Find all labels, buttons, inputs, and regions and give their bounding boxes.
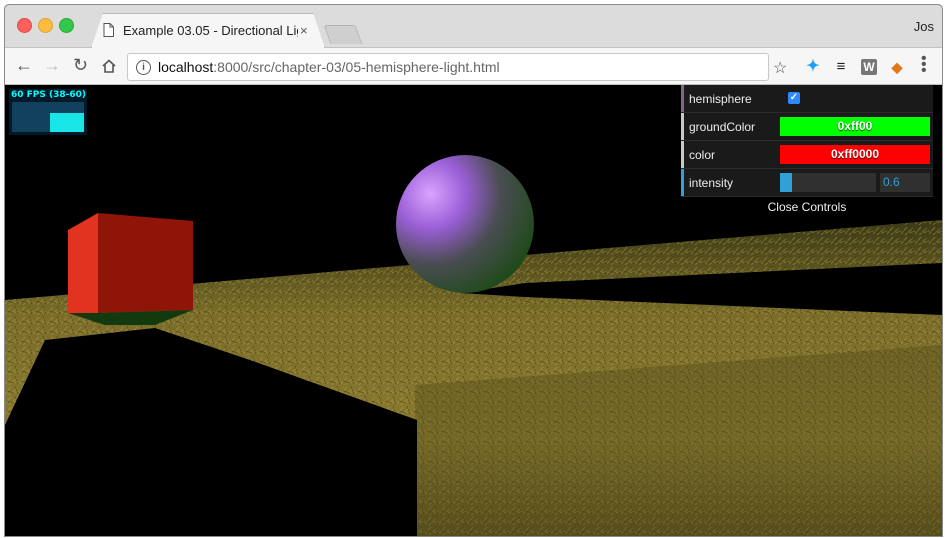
- control-hemisphere[interactable]: hemisphere ✓: [681, 85, 933, 113]
- control-label: hemisphere: [689, 92, 752, 106]
- metamask-icon[interactable]: ◆: [889, 59, 905, 75]
- forward-icon[interactable]: →: [43, 54, 61, 76]
- control-color[interactable]: color 0xff0000: [681, 141, 933, 169]
- hemisphere-checkbox[interactable]: ✓: [788, 92, 800, 104]
- ground-color-input[interactable]: 0xff00: [780, 117, 930, 136]
- fps-stats[interactable]: 60 FPS (38-60): [9, 89, 87, 135]
- tab-close-icon[interactable]: ×: [300, 23, 308, 38]
- row-stripe: [681, 113, 684, 140]
- fps-bar: [50, 113, 84, 132]
- browser-tab-content[interactable]: Example 03.05 - Directional Light ×: [103, 13, 313, 47]
- fps-text: 60 FPS (38-60): [11, 90, 87, 100]
- twitter-icon[interactable]: ✦: [805, 59, 821, 75]
- document-icon: [103, 23, 114, 37]
- new-tab-button[interactable]: [323, 25, 363, 44]
- tab-bar: Example 03.05 - Directional Light × Jos: [5, 5, 942, 48]
- buffer-icon[interactable]: ≡: [833, 59, 849, 75]
- url-path: :8000/src/chapter-03/05-hemisphere-light…: [213, 59, 500, 75]
- intensity-slider[interactable]: [780, 173, 876, 192]
- profile-name[interactable]: Jos: [914, 19, 934, 34]
- row-stripe: [681, 85, 684, 112]
- control-ground-color[interactable]: groundColor 0xff00: [681, 113, 933, 141]
- row-stripe: [681, 169, 684, 196]
- tab-title: Example 03.05 - Directional Light: [123, 22, 298, 38]
- menu-icon[interactable]: • • •: [921, 51, 927, 79]
- url-host: localhost: [158, 59, 214, 75]
- controls-panel: hemisphere ✓ groundColor 0xff00 color 0x…: [681, 85, 933, 217]
- back-icon[interactable]: ←: [15, 54, 33, 76]
- control-intensity[interactable]: intensity 0.6: [681, 169, 933, 197]
- browser-toolbar: ← → ↻ i localhost :8000/src/chapter-03/0…: [5, 48, 942, 85]
- close-window-button[interactable]: [17, 18, 32, 33]
- intensity-slider-fill: [780, 173, 792, 192]
- home-icon[interactable]: [101, 58, 117, 74]
- reload-icon[interactable]: ↻: [73, 54, 88, 76]
- w-icon[interactable]: W: [861, 59, 877, 75]
- close-controls-button[interactable]: Close Controls: [681, 197, 933, 217]
- maximize-window-button[interactable]: [59, 18, 74, 33]
- minimize-window-button[interactable]: [38, 18, 53, 33]
- control-label: groundColor: [689, 120, 756, 134]
- info-icon[interactable]: i: [136, 59, 151, 75]
- row-stripe: [681, 141, 684, 168]
- address-bar[interactable]: i localhost :8000/src/chapter-03/05-hemi…: [127, 53, 769, 81]
- webgl-viewport[interactable]: 60 FPS (38-60) hemisphere ✓ groundColor …: [5, 85, 942, 536]
- fps-graph: [12, 102, 84, 132]
- intensity-input[interactable]: 0.6: [880, 173, 930, 192]
- star-icon[interactable]: ☆: [773, 58, 787, 78]
- control-label: color: [689, 148, 716, 162]
- browser-window: Example 03.05 - Directional Light × Jos …: [4, 4, 943, 537]
- color-input[interactable]: 0xff0000: [780, 145, 930, 164]
- control-label: intensity: [689, 176, 734, 190]
